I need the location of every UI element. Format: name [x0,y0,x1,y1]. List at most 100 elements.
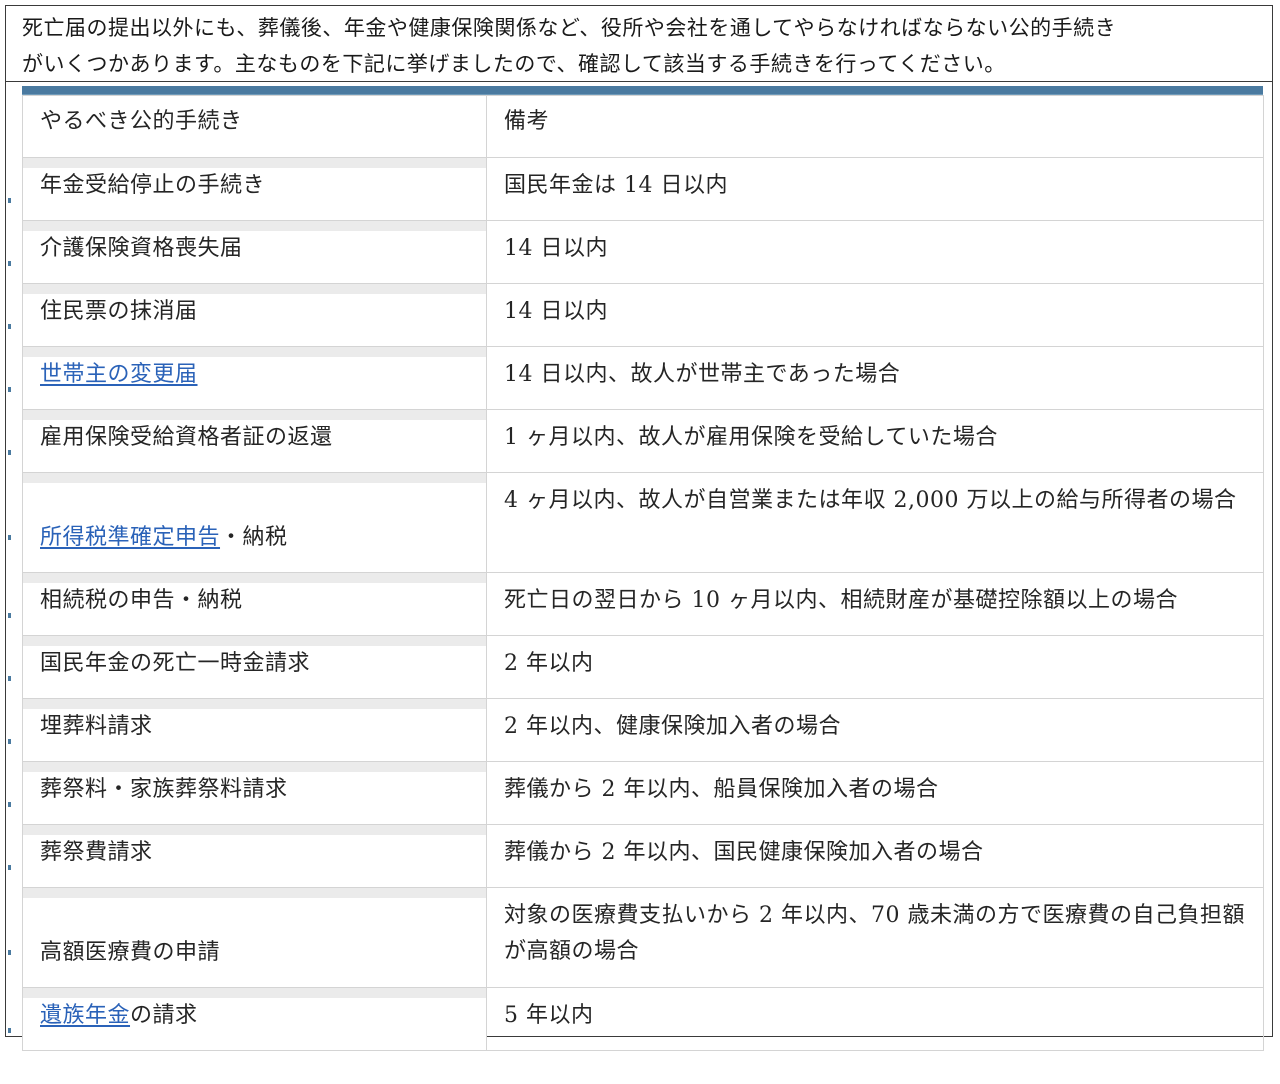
notes-cell: 葬儀から 2 年以内、国民健康保険加入者の場合 [486,824,1264,888]
notes-cell: 対象の医療費支払いから 2 年以内、70 歳未満の方で医療費の自己負担額が高額の… [486,887,1264,988]
notes-cell: 2 年以内、健康保険加入者の場合 [486,698,1264,762]
procedure-cell: 世帯主の変更届 [8,346,487,410]
row-separator-strip [23,988,486,998]
table-row: 葬祭料・家族葬祭料請求 葬儀から 2 年以内、船員保険加入者の場合 [8,761,1264,825]
procedure-name: 高額医療費の申請 [40,940,221,965]
procedure-cell: 高額医療費の申請 [8,887,487,988]
procedure-cell: 葬祭費請求 [8,824,487,888]
table-row: 遺族年金の請求 5 年以内 [8,987,1264,1051]
row-marker [8,802,11,807]
notes-cell: 死亡日の翌日から 10 ヶ月以内、相続財産が基礎控除額以上の場合 [486,572,1264,636]
procedure-cell: 埋葬料請求 [8,698,487,762]
row-marker [8,535,11,540]
procedure-name: 相続税の申告・納税 [40,588,243,613]
table-row: 相続税の申告・納税 死亡日の翌日から 10 ヶ月以内、相続財産が基礎控除額以上の場… [8,572,1264,636]
procedure-cell: 遺族年金の請求 [8,987,487,1051]
procedures-table: やるべき公的手続き 備考 年金受給停止の手続き 国民年金は 14 日以内介護保険資… [8,95,1264,1051]
procedure-cell: 雇用保険受給資格者証の返還 [8,409,487,473]
procedure-cell: 葬祭料・家族葬祭料請求 [8,761,487,825]
table-top-bar [22,86,1263,95]
row-separator-strip [23,221,486,231]
procedures-table-wrap: やるべき公的手続き 備考 年金受給停止の手続き 国民年金は 14 日以内介護保険資… [8,86,1264,1051]
procedure-name: 埋葬料請求 [40,714,153,739]
procedure-link[interactable]: 世帯主の変更届 [40,362,198,387]
notes-text: 2 年以内、健康保険加入者の場合 [504,714,841,739]
notes-text: 対象の医療費支払いから 2 年以内、70 歳未満の方で医療費の自己負担額が高額の… [504,903,1245,964]
table-row: 埋葬料請求 2 年以内、健康保険加入者の場合 [8,698,1264,762]
table-row: 葬祭費請求 葬儀から 2 年以内、国民健康保険加入者の場合 [8,824,1264,888]
procedure-name: 遺族年金の請求 [23,998,486,1034]
procedure-name: 住民票の抹消届 [40,299,198,324]
header-procedure: やるべき公的手続き [22,95,487,158]
table-header-row: やるべき公的手続き 備考 [22,95,1264,158]
intro-paragraph: 死亡届の提出以外にも、葬儀後、年金や健康保険関係など、役所や会社を通してやらなけ… [6,6,1272,82]
table-row: 年金受給停止の手続き 国民年金は 14 日以内 [8,157,1264,221]
row-separator-strip [23,473,486,483]
procedure-name: 介護保険資格喪失届 [40,236,243,261]
notes-text: 14 日以内、故人が世帯主であった場合 [504,362,901,387]
notes-text: 葬儀から 2 年以内、国民健康保険加入者の場合 [504,840,984,865]
notes-text: 国民年金は 14 日以内 [504,173,728,198]
procedure-cell: 介護保険資格喪失届 [8,220,487,284]
notes-text: 4 ヶ月以内、故人が自営業または年収 2,000 万以上の給与所得者の場合 [504,488,1237,513]
notes-text: 14 日以内 [504,236,608,261]
notes-cell: 1 ヶ月以内、故人が雇用保険を受給していた場合 [486,409,1264,473]
table-row: 高額医療費の申請 対象の医療費支払いから 2 年以内、70 歳未満の方で医療費の自… [8,887,1264,988]
row-marker [8,198,11,203]
notes-cell: 2 年以内 [486,635,1264,699]
row-marker [8,387,11,392]
row-separator-strip [23,410,486,420]
table-row: 住民票の抹消届 14 日以内 [8,283,1264,347]
row-marker [8,261,11,266]
procedure-link[interactable]: 遺族年金 [40,1003,130,1028]
table-row: 世帯主の変更届 14 日以内、故人が世帯主であった場合 [8,346,1264,410]
notes-cell: 14 日以内、故人が世帯主であった場合 [486,346,1264,410]
table-row: 所得税準確定申告・納税 4 ヶ月以内、故人が自営業または年収 2,000 万以上の… [8,472,1264,573]
row-separator-strip [23,825,486,835]
procedure-name: 葬祭費請求 [40,840,153,865]
procedure-name: 所得税準確定申告・納税 [23,483,486,556]
row-marker [8,950,11,955]
intro-line-2: がいくつかあります。主なものを下記に挙げましたので、確認して該当する手続きを行っ… [22,52,1006,76]
row-marker [8,324,11,329]
procedure-cell: 国民年金の死亡一時金請求 [8,635,487,699]
row-marker [8,1028,11,1033]
row-separator-strip [23,888,486,898]
procedure-name: 世帯主の変更届 [23,357,486,393]
row-separator-strip [23,762,486,772]
row-separator-strip [23,699,486,709]
header-notes: 備考 [486,95,1264,158]
intro-line-1: 死亡届の提出以外にも、葬儀後、年金や健康保険関係など、役所や会社を通してやらなけ… [22,16,1117,40]
procedure-cell: 住民票の抹消届 [8,283,487,347]
procedure-link[interactable]: 所得税準確定申告 [40,525,220,550]
notes-text: 死亡日の翌日から 10 ヶ月以内、相続財産が基礎控除額以上の場合 [504,588,1178,613]
table-row: 介護保険資格喪失届 14 日以内 [8,220,1264,284]
row-separator-strip [23,158,486,168]
procedure-cell: 年金受給停止の手続き [8,157,487,221]
procedure-suffix: ・納税 [220,525,288,550]
row-marker [8,676,11,681]
notes-text: 5 年以内 [504,1003,594,1028]
row-marker [8,865,11,870]
row-marker [8,739,11,744]
notes-text: 14 日以内 [504,299,608,324]
notes-cell: 国民年金は 14 日以内 [486,157,1264,221]
row-separator-strip [23,284,486,294]
table-row: 雇用保険受給資格者証の返還 1 ヶ月以内、故人が雇用保険を受給していた場合 [8,409,1264,473]
notes-cell: 4 ヶ月以内、故人が自営業または年収 2,000 万以上の給与所得者の場合 [486,472,1264,573]
row-marker [8,613,11,618]
notes-text: 葬儀から 2 年以内、船員保険加入者の場合 [504,777,939,802]
notes-cell: 葬儀から 2 年以内、船員保険加入者の場合 [486,761,1264,825]
procedure-name: 雇用保険受給資格者証の返還 [40,425,333,450]
notes-cell: 5 年以内 [486,987,1264,1051]
document-frame: 死亡届の提出以外にも、葬儀後、年金や健康保険関係など、役所や会社を通してやらなけ… [5,5,1273,1051]
procedure-suffix: の請求 [130,1003,198,1028]
table-row: 国民年金の死亡一時金請求 2 年以内 [8,635,1264,699]
procedure-name: 国民年金の死亡一時金請求 [40,651,311,676]
procedure-name: 葬祭料・家族葬祭料請求 [40,777,288,802]
procedure-cell: 所得税準確定申告・納税 [8,472,487,573]
row-separator-strip [23,636,486,646]
procedure-name: 年金受給停止の手続き [40,173,266,198]
row-marker [8,450,11,455]
notes-text: 1 ヶ月以内、故人が雇用保険を受給していた場合 [504,425,998,450]
